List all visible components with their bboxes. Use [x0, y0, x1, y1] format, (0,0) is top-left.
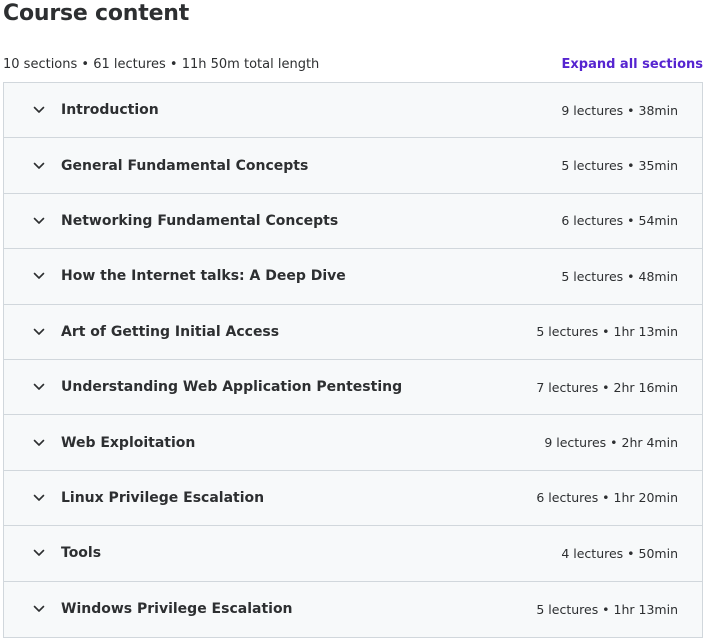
section-title: How the Internet talks: A Deep Dive [61, 268, 346, 285]
section-title: Tools [61, 545, 102, 562]
section-info: 9 lectures • 38min [561, 102, 678, 118]
section-title: Introduction [61, 102, 159, 119]
chevron-down-icon [32, 159, 46, 173]
chevron-down-icon [32, 325, 46, 339]
course-summary: 10 sections • 61 lectures • 11h 50m tota… [3, 56, 320, 72]
section-info: 5 lectures • 1hr 13min [536, 324, 678, 340]
section-row[interactable]: Tools 4 lectures • 50min [4, 526, 702, 582]
page-title: Course content [3, 1, 190, 26]
section-row[interactable]: How the Internet talks: A Deep Dive 5 le… [4, 249, 702, 305]
section-info: 6 lectures • 1hr 20min [536, 490, 678, 506]
section-info: 7 lectures • 2hr 16min [536, 379, 678, 395]
course-sections-list: Introduction 9 lectures • 38min General … [3, 82, 703, 638]
section-title: Web Exploitation [61, 434, 196, 451]
chevron-down-icon [32, 380, 46, 394]
section-row[interactable]: General Fundamental Concepts 5 lectures … [4, 138, 702, 194]
section-info: 9 lectures • 2hr 4min [544, 435, 678, 451]
section-title: Art of Getting Initial Access [61, 323, 280, 340]
chevron-down-icon [32, 436, 46, 450]
chevron-down-icon [32, 214, 46, 228]
chevron-down-icon [32, 602, 46, 616]
section-title: Linux Privilege Escalation [61, 489, 265, 506]
section-title: Networking Fundamental Concepts [61, 212, 339, 229]
section-info: 5 lectures • 35min [561, 158, 678, 174]
section-row[interactable]: Linux Privilege Escalation 6 lectures • … [4, 471, 702, 527]
section-title: Windows Privilege Escalation [61, 601, 293, 618]
section-info: 6 lectures • 54min [561, 213, 678, 229]
section-info: 4 lectures • 50min [561, 545, 678, 561]
chevron-down-icon [32, 269, 46, 283]
section-row[interactable]: Networking Fundamental Concepts 6 lectur… [4, 194, 702, 250]
chevron-down-icon [32, 546, 46, 560]
section-title: Understanding Web Application Pentesting [61, 379, 403, 396]
section-row[interactable]: Windows Privilege Escalation 5 lectures … [4, 582, 702, 637]
expand-all-sections-button[interactable]: Expand all sections [562, 57, 704, 72]
section-info: 5 lectures • 1hr 13min [536, 601, 678, 617]
section-row[interactable]: Introduction 9 lectures • 38min [4, 83, 702, 139]
course-meta-row: 10 sections • 61 lectures • 11h 50m tota… [3, 55, 703, 73]
section-row[interactable]: Art of Getting Initial Access 5 lectures… [4, 305, 702, 360]
chevron-down-icon [32, 103, 46, 117]
chevron-down-icon [32, 491, 46, 505]
section-title: General Fundamental Concepts [61, 157, 309, 174]
section-info: 5 lectures • 48min [561, 268, 678, 284]
section-row[interactable]: Understanding Web Application Pentesting… [4, 360, 702, 416]
section-row[interactable]: Web Exploitation 9 lectures • 2hr 4min [4, 415, 702, 471]
